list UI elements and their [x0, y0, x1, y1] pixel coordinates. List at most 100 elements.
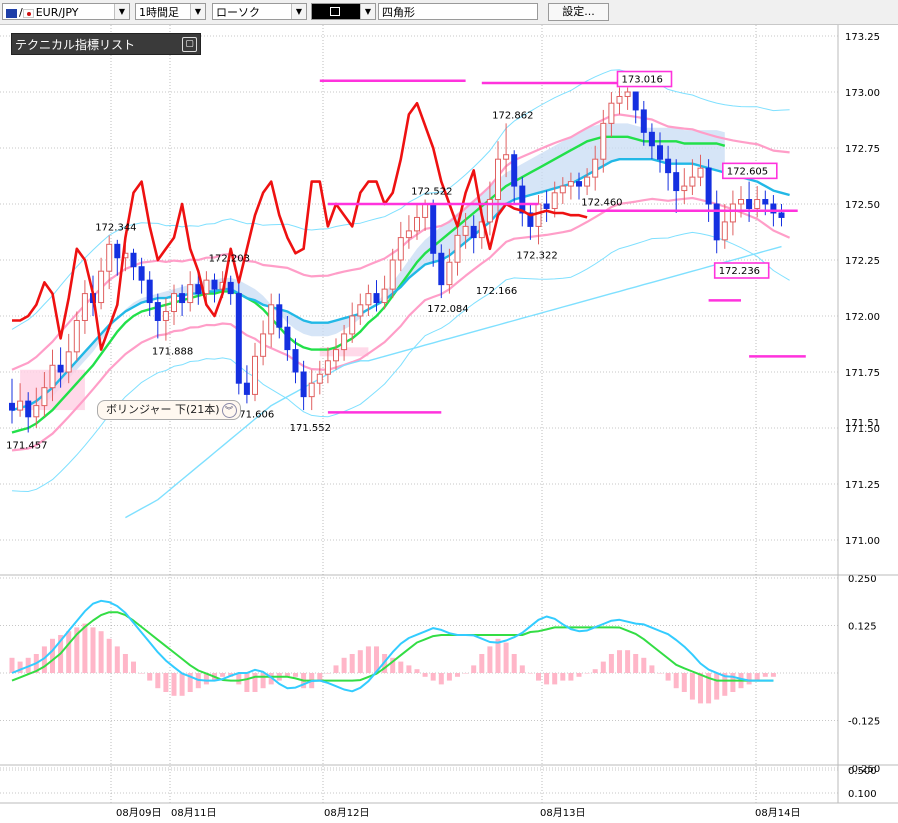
candle-body — [446, 261, 453, 286]
macd-histogram-bar — [349, 654, 355, 673]
current-price-label: 171.51 — [845, 418, 880, 429]
macd-histogram-bar — [471, 665, 477, 673]
macd-histogram-bar — [617, 650, 622, 673]
candle-body — [535, 203, 542, 227]
candle-body — [171, 293, 177, 313]
candle-body — [235, 293, 242, 384]
macd-histogram-bar — [600, 661, 606, 673]
macd-histogram-bar — [171, 673, 177, 696]
macd-histogram-bar — [633, 654, 639, 673]
candle-body — [422, 203, 429, 218]
candle-body — [373, 293, 380, 304]
toolbar: / EUR/JPY ▼ 1時間足 ▼ ローソク ▼ ▼ 四角形 設定... — [0, 0, 898, 25]
drawing-style-select[interactable]: ▼ — [311, 3, 376, 20]
chevron-down-icon: ▼ — [190, 4, 205, 19]
candle-body — [146, 279, 153, 304]
candle-body — [697, 167, 704, 178]
candle-body — [41, 387, 48, 407]
macd-histogram-bar — [495, 638, 501, 673]
candle-body — [81, 293, 88, 321]
candle-body — [211, 279, 218, 290]
macd-histogram-bar — [536, 673, 541, 681]
indicator-list-panel[interactable]: テクニカル指標リスト ▢ — [11, 33, 201, 55]
chart-type-select[interactable]: ローソク ▼ — [212, 3, 307, 20]
candle-body — [584, 176, 591, 187]
candle-body — [592, 158, 599, 178]
candle-body — [284, 326, 291, 351]
price-label: 172.522 — [411, 187, 452, 198]
macd-histogram-bar — [446, 673, 452, 681]
price-tick-label: 171.75 — [845, 368, 880, 379]
macd-histogram-bar — [463, 673, 469, 674]
candle-body — [65, 351, 72, 373]
candle-body — [243, 382, 250, 395]
price-tick-label: 172.00 — [845, 312, 880, 323]
price-label: 171.552 — [290, 423, 331, 434]
macd-histogram-bar — [236, 673, 242, 685]
price-tick-label: 172.75 — [845, 144, 880, 155]
drawing-shape-label: 四角形 — [382, 6, 415, 19]
candle-body — [729, 203, 736, 223]
candle-body — [268, 304, 275, 335]
macd-histogram-bar — [90, 627, 96, 673]
candle-body — [511, 154, 518, 187]
price-tick-label: 173.25 — [845, 32, 880, 43]
currency-pair-select[interactable]: / EUR/JPY ▼ — [2, 3, 130, 20]
price-label: 172.203 — [209, 254, 250, 265]
candle-body — [25, 400, 32, 418]
macd-histogram-bar — [260, 673, 266, 689]
price-label: 172.460 — [581, 198, 622, 209]
close-icon[interactable]: ▢ — [182, 37, 197, 52]
price-tick-label: 171.25 — [845, 480, 880, 491]
macd-histogram-bar — [82, 623, 88, 673]
candle-body — [179, 293, 186, 304]
macd-histogram-bar — [430, 673, 436, 681]
price-tick-label: 172.50 — [845, 200, 880, 211]
macd-histogram-bar — [422, 673, 428, 677]
candle-body — [673, 172, 680, 192]
price-chart[interactable]: 173.25 173.00 172.75 172.50 172.25 172.00 171.… — [0, 25, 898, 823]
macd-histogram-bar — [625, 650, 631, 673]
candle-body — [495, 158, 501, 201]
price-tick-label: 172.25 — [845, 256, 880, 267]
indicator-list-title: テクニカル指標リスト — [15, 38, 136, 52]
date-tick-label: 08月11日 — [171, 807, 216, 819]
macd-histogram-bar — [641, 657, 647, 673]
macd-histogram-bar — [98, 631, 104, 673]
candle-body — [754, 199, 761, 209]
macd-histogram-bar — [455, 673, 460, 677]
candle-body — [300, 371, 307, 398]
macd-histogram-bar — [155, 673, 161, 689]
candle-body — [648, 131, 655, 147]
candle-body — [721, 221, 728, 241]
timeframe-select[interactable]: 1時間足 ▼ — [135, 3, 206, 20]
macd-histogram-bar — [131, 661, 136, 673]
macd-histogram-bar — [244, 673, 250, 692]
settings-button[interactable]: 設定... — [548, 3, 609, 21]
candle-body — [389, 259, 396, 290]
macd-histogram-bar — [139, 673, 145, 674]
macd-histogram-bar — [681, 673, 687, 692]
candle-body — [9, 402, 15, 411]
macd-histogram-bar — [762, 673, 768, 677]
settings-label: 設定... — [562, 5, 595, 18]
price-label: 172.344 — [95, 222, 136, 233]
candle-body — [114, 243, 121, 259]
macd-histogram-bar — [568, 673, 574, 681]
candle-body — [381, 288, 388, 304]
drawing-shape-field[interactable]: 四角形 — [378, 3, 538, 20]
date-tick-label: 08月12日 — [324, 807, 369, 819]
candle-body — [640, 109, 647, 133]
double-chevron-down-icon[interactable]: ︾ — [221, 403, 237, 418]
candle-body — [98, 270, 105, 304]
macd-histogram-bar — [527, 673, 533, 674]
indicator-tooltip[interactable]: ボリンジャー 下(21本) ︾ — [97, 400, 241, 420]
candle-body — [689, 176, 696, 187]
macd-histogram-bar — [341, 657, 347, 673]
candle-body — [365, 293, 372, 306]
candle-body — [600, 122, 607, 160]
macd-histogram-bar — [511, 654, 517, 673]
candle-body — [106, 243, 113, 272]
candle-body — [778, 212, 785, 218]
candle-body — [316, 373, 323, 384]
